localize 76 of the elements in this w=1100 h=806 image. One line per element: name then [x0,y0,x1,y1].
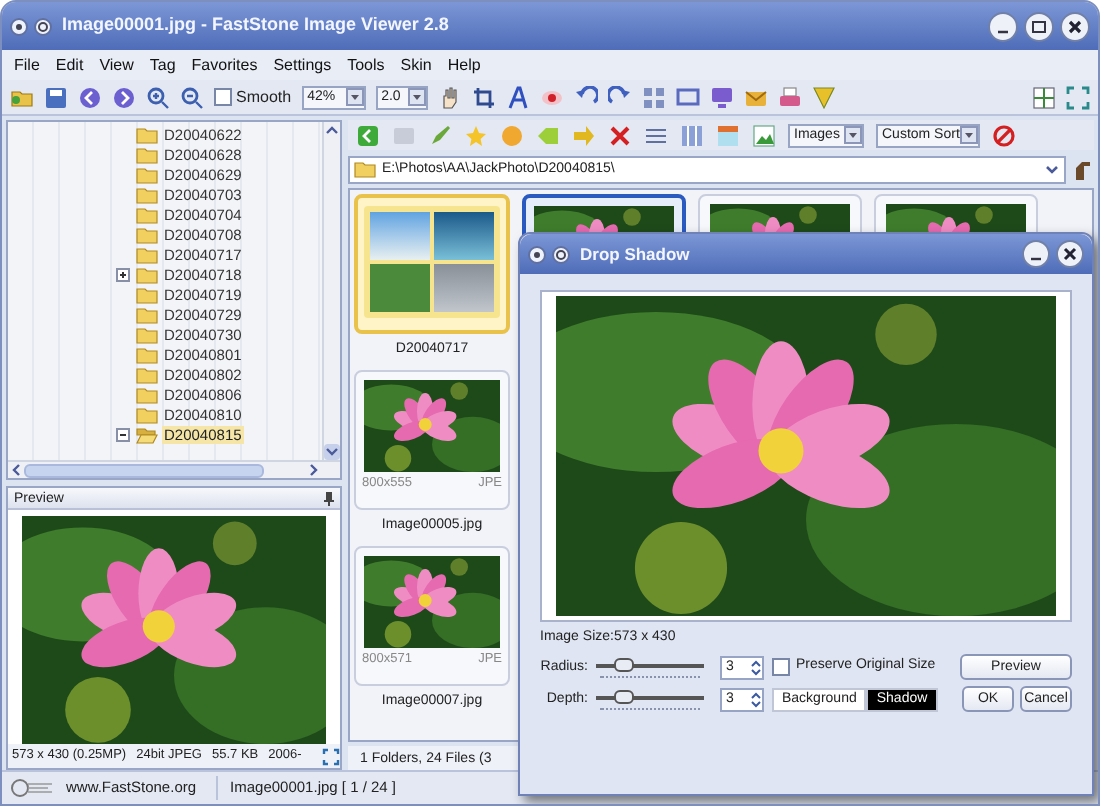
caret-icon [960,126,978,144]
caret-icon [345,88,364,106]
menu-item[interactable]: File [14,57,40,73]
rotate-left-icon[interactable] [573,85,598,109]
crop-icon[interactable] [471,85,496,109]
menu-item[interactable]: Skin [400,57,432,73]
email-icon[interactable] [743,85,768,109]
logo-icon [10,778,54,798]
zoom-out-icon[interactable] [180,85,204,109]
menu-item[interactable]: Tools [347,57,385,73]
minimize-icon[interactable] [988,11,1018,41]
menu-item[interactable]: Favorites [191,57,258,73]
picture-icon[interactable] [752,123,776,147]
menu-item[interactable]: Tag [149,57,176,73]
list-view-icon[interactable] [644,123,668,147]
menu-item[interactable]: Settings [273,57,332,73]
delete-icon[interactable] [608,123,632,147]
expand-icon[interactable] [116,267,130,281]
thumbnails-icon[interactable] [1032,85,1056,109]
open-folder-icon[interactable] [10,85,34,109]
rotate-right-icon[interactable] [607,85,632,109]
text-icon[interactable] [505,85,530,109]
up-down-icon [750,689,762,709]
frame-icon[interactable] [675,85,700,109]
folder-icon [354,160,376,178]
monitor-icon[interactable] [709,85,734,109]
slider-thumb[interactable] [613,658,633,672]
zoom-in-icon[interactable] [146,85,170,109]
thumbnail-card[interactable] [354,194,510,334]
save-icon[interactable] [44,85,68,109]
close-icon[interactable] [1060,11,1090,41]
collapse-icon[interactable] [116,427,130,441]
fit-icon[interactable] [321,747,340,765]
forward-icon[interactable] [112,85,136,109]
window-menu-icon[interactable] [10,17,28,35]
print-icon[interactable] [777,85,802,109]
photo-placeholder [370,264,430,312]
caret-icon [844,126,862,144]
scroll-up-icon[interactable] [324,122,340,138]
maximize-icon[interactable] [1024,11,1054,41]
caret-icon [407,88,426,106]
back-icon[interactable] [356,123,380,147]
pin-icon[interactable] [34,17,52,35]
eye-icon[interactable] [539,85,564,109]
hand-icon[interactable] [437,85,462,109]
caret-icon [1044,161,1060,177]
scroll-left-icon[interactable] [8,462,24,478]
window-menu-icon[interactable] [528,245,546,263]
photo-placeholder [434,212,494,260]
minimize-icon[interactable] [1022,240,1050,268]
pin-icon[interactable] [324,491,334,505]
scroll-down-icon[interactable] [324,444,340,460]
scroll-right-icon[interactable] [306,462,322,478]
up-down-icon [750,657,762,677]
photo-placeholder [370,212,430,260]
photo-placeholder [434,264,494,312]
stop-icon[interactable] [992,123,1016,147]
resize-icon[interactable] [641,85,666,109]
slider-thumb[interactable] [613,690,633,704]
menu-item[interactable]: View [99,57,134,73]
flower-photo [364,556,500,648]
scrollbar-thumb[interactable] [24,463,264,477]
flower-photo [364,380,500,472]
dialog-title: Drop Shadow [580,241,690,267]
close-icon[interactable] [1056,240,1084,268]
slider[interactable] [596,689,704,709]
back-icon[interactable] [78,85,102,109]
pin-icon[interactable] [552,245,570,263]
menu-item[interactable]: Help [447,57,481,73]
columns-icon[interactable] [680,123,704,147]
window-title: Image00001.jpg - FastStone Image Viewer 2.8 [62,12,449,39]
menu-item[interactable]: Edit [55,57,84,73]
smooth-checkbox[interactable]: Smooth [214,85,292,109]
fullscreen-icon[interactable] [1066,85,1090,109]
slider[interactable] [596,657,704,677]
star-icon[interactable] [464,123,488,147]
